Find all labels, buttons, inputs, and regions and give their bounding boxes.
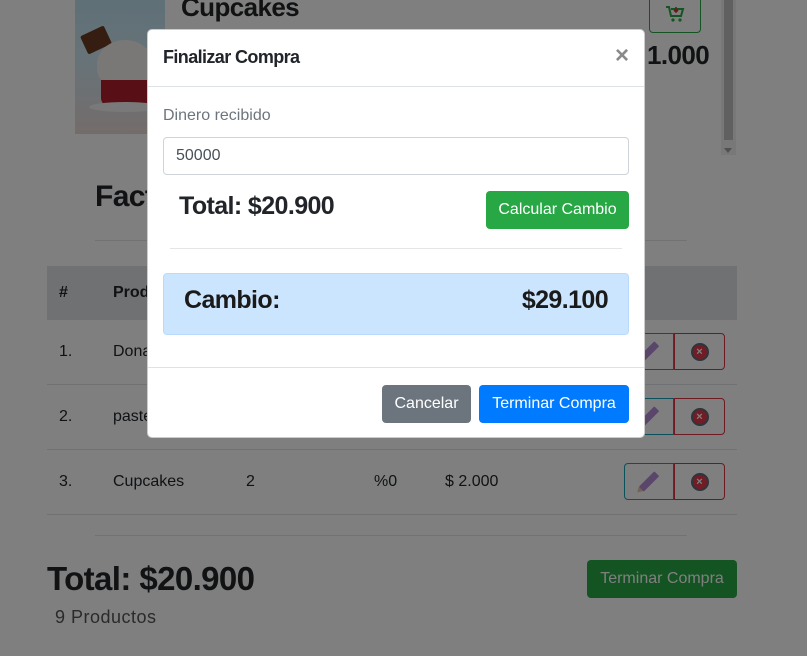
modal-title: Finalizar Compra [163,47,300,67]
finish-purchase-button[interactable]: Terminar Compra [479,385,629,423]
change-label: Cambio: [184,286,280,314]
received-label: Dinero recibido [163,107,271,124]
change-value: $29.100 [521,286,609,314]
calculate-change-button[interactable]: Calcular Cambio [486,191,629,229]
received-input[interactable] [163,137,629,175]
cancel-button[interactable]: Cancelar [382,385,471,423]
change-box: Cambio: $29.100 [163,273,629,335]
modal-footer: Cancelar Terminar Compra [148,367,644,439]
modal-total: Total: $20.900 [179,192,335,220]
divider [170,248,622,249]
checkout-modal: Finalizar Compra × Dinero recibido Total… [147,29,645,438]
close-icon[interactable]: × [615,44,629,68]
modal-header: Finalizar Compra × [148,30,644,87]
